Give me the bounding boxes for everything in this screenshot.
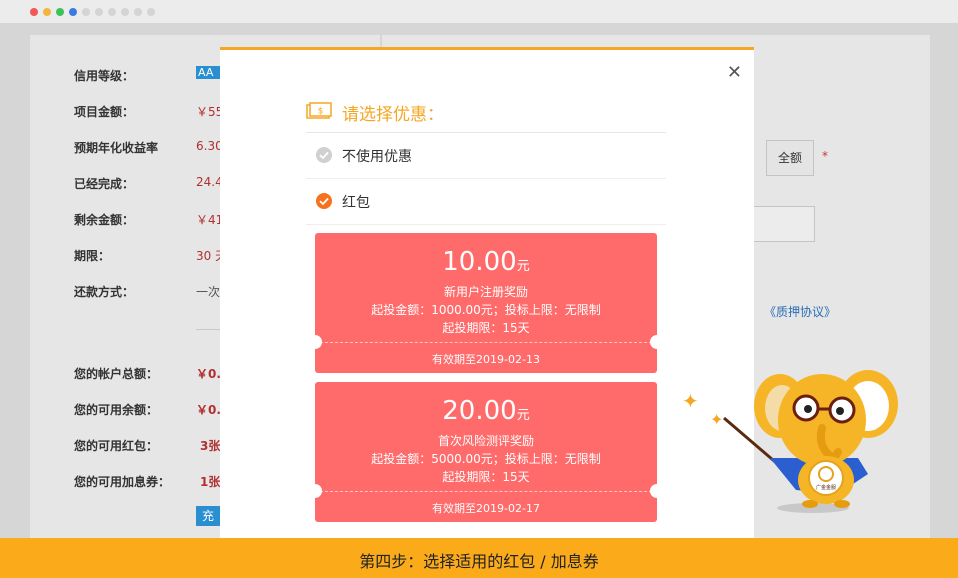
tab-dot-active[interactable] <box>69 8 77 16</box>
elephant-mascot-icon: 广金金服 <box>723 370 898 513</box>
tab-dot[interactable] <box>121 8 129 16</box>
money-icon: $ <box>306 102 332 119</box>
annual-rate-label: 预期年化收益率 <box>74 141 159 155</box>
option-red-packet[interactable]: 红包 <box>306 179 666 225</box>
modal-header: $ 请选择优惠： <box>306 100 666 133</box>
tab-dot[interactable] <box>82 8 90 16</box>
coupon-unit: 元 <box>516 259 530 274</box>
svg-text:$: $ <box>318 107 324 117</box>
coupon-name: 新用户注册奖励 <box>443 285 528 299</box>
remaining-label: 剩余金额： <box>74 213 135 227</box>
svg-text:广金金服: 广金金服 <box>816 484 836 491</box>
project-amount-label: 项目金额： <box>74 105 135 119</box>
red-packet-label: 您的可用红包： <box>74 439 159 453</box>
coupon-expiry: 有效期至2019-02-13 <box>432 353 540 366</box>
recharge-button[interactable]: 充 <box>196 506 220 526</box>
available-balance-value: ￥0. <box>196 403 220 417</box>
credit-level-label: 信用等级： <box>74 69 135 83</box>
modal-title: 请选择优惠： <box>342 105 444 125</box>
interest-coupon-label: 您的可用加息券： <box>74 475 171 489</box>
coupon-card[interactable]: 10.00元 新用户注册奖励 起投金额：1000.00元；投标上限：无限制 起投… <box>308 233 664 373</box>
coupon-select-modal: ✕ $ 请选择优惠： 不使用优惠 红包 10.00元 新用户注册奖励 起投金额：… <box>220 47 754 541</box>
coupon-condition: 起投金额：5000.00元；投标上限：无限制 <box>371 452 601 466</box>
step-instruction-bar: 第四步：选择适用的红包 / 加息券 <box>0 538 958 578</box>
coupon-notch-right <box>650 484 664 498</box>
coupon-divider <box>315 342 657 343</box>
coupon-card[interactable]: 20.00元 首次风险测评奖励 起投金额：5000.00元；投标上限：无限制 起… <box>308 382 664 522</box>
tab-dot[interactable] <box>95 8 103 16</box>
repayment-label: 还款方式： <box>74 285 135 299</box>
close-window-dot[interactable] <box>30 8 38 16</box>
coupon-notch-right <box>650 335 664 349</box>
repayment-value: 一次 <box>196 285 220 299</box>
remaining-value: ￥41 <box>196 213 220 227</box>
coupon-period: 起投期限：15天 <box>442 470 530 484</box>
divider <box>196 329 220 330</box>
required-mark: * <box>822 149 828 163</box>
coupon-unit: 元 <box>516 408 530 423</box>
coupon-notch-left <box>308 484 322 498</box>
coupon-period: 起投期限：15天 <box>442 321 530 335</box>
coupon-amount: 20.00元 <box>315 396 657 426</box>
tab-dot[interactable] <box>147 8 155 16</box>
completed-label: 已经完成： <box>74 177 135 191</box>
coupon-amount-value: 10.00 <box>442 247 517 277</box>
step-instruction-text: 第四步：选择适用的红包 / 加息券 <box>359 552 599 571</box>
project-amount-value: ￥55 <box>196 105 220 119</box>
coupon-notch-left <box>308 335 322 349</box>
annual-rate-value: 6.30 <box>196 139 220 153</box>
sparkle-icon: ✦ <box>682 389 699 413</box>
all-amount-button[interactable]: 全额 <box>766 140 814 176</box>
option-label: 红包 <box>342 195 370 211</box>
coupon-condition: 起投金额：1000.00元；投标上限：无限制 <box>371 303 601 317</box>
checked-icon <box>316 193 332 209</box>
close-icon[interactable]: ✕ <box>727 62 742 83</box>
completed-value: 24.4 <box>196 175 220 189</box>
term-label: 期限： <box>74 249 111 263</box>
account-total-value: ￥0. <box>196 367 220 381</box>
coupon-amount: 10.00元 <box>315 247 657 277</box>
browser-title-bar <box>0 0 958 23</box>
coupon-expiry: 有效期至2019-02-17 <box>432 502 540 515</box>
pledge-agreement-link[interactable]: 《质押协议》 <box>764 303 836 320</box>
unchecked-icon <box>316 147 332 163</box>
tab-dot[interactable] <box>134 8 142 16</box>
term-value: 30 天 <box>196 249 220 263</box>
option-label: 不使用优惠 <box>342 149 412 165</box>
amount-input[interactable] <box>754 206 815 242</box>
minimize-window-dot[interactable] <box>43 8 51 16</box>
account-total-label: 您的帐户总额： <box>74 367 159 381</box>
option-no-discount[interactable]: 不使用优惠 <box>306 133 666 179</box>
coupon-divider <box>315 491 657 492</box>
maximize-window-dot[interactable] <box>56 8 64 16</box>
coupon-name: 首次风险测评奖励 <box>437 434 534 448</box>
tab-dot[interactable] <box>108 8 116 16</box>
coupon-amount-value: 20.00 <box>442 396 517 426</box>
available-balance-label: 您的可用余额： <box>74 403 159 417</box>
